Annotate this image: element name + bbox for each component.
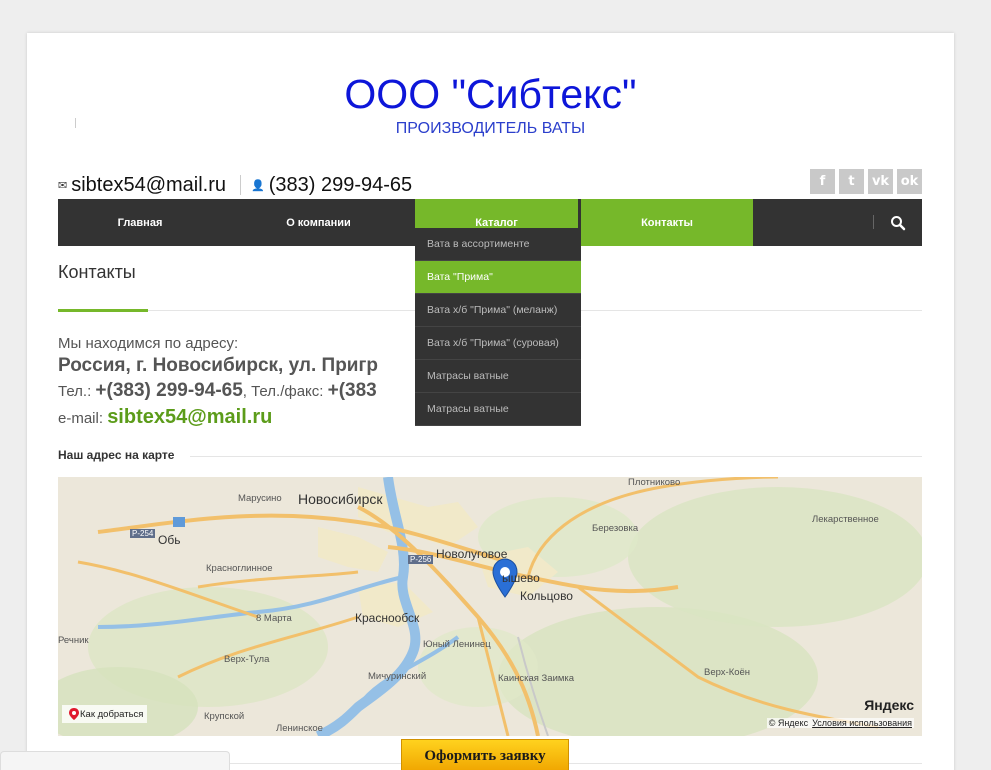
order-button[interactable]: Оформить заявку: [401, 739, 569, 770]
map-label: Красноглинное: [206, 563, 273, 574]
header-email[interactable]: sibtex54@mail.ru: [71, 174, 226, 197]
email-line: e-mail: sibtex54@mail.ru: [58, 406, 272, 429]
map-canvas: [58, 477, 922, 736]
dropdown-item[interactable]: Вата х/б "Прима" (меланж): [415, 294, 581, 327]
map-label: Лекарственное: [812, 514, 879, 525]
contact-bar: ✉ sibtex54@mail.ru 👤 (383) 299-94-65: [58, 172, 412, 198]
map-label: Верх-Коён: [704, 667, 751, 678]
nav-item-home[interactable]: Главная: [58, 199, 222, 246]
tel-number: +(383) 299-94-65: [95, 380, 243, 401]
map-label: Обь: [158, 533, 181, 547]
dropdown-item[interactable]: Матрасы ватные: [415, 393, 581, 426]
twitter-icon[interactable]: t: [839, 169, 864, 194]
odnoklassniki-icon[interactable]: ok: [897, 169, 922, 194]
page-title: Контакты: [58, 262, 136, 282]
map-copyright: © Яндекс Условия использования: [766, 718, 914, 728]
map-heading: Наш адрес на карте: [58, 448, 175, 462]
header-phone: (383) 299-94-65: [268, 173, 413, 196]
map-label: Новосибирск: [298, 491, 383, 507]
dropdown-item[interactable]: Вата в ассортименте: [415, 228, 581, 261]
fax-number: +(383: [327, 380, 377, 401]
map-label: Каинская Заимка: [498, 673, 575, 684]
map-label: Краснообск: [355, 611, 420, 625]
chat-widget-tab[interactable]: [0, 751, 230, 770]
site-subtitle: ПРОИЗВОДИТЕЛЬ ВАТЫ: [395, 120, 586, 137]
map-label: Березовка: [592, 523, 639, 534]
nav-item-about[interactable]: О компании: [222, 199, 415, 246]
map-label: Марусино: [238, 493, 282, 504]
map-label: ышево: [502, 571, 540, 585]
social-links: f t vk ok: [810, 169, 922, 194]
map-label: 8 Марта: [256, 613, 292, 624]
map-heading-line: [190, 456, 922, 457]
search-icon[interactable]: [874, 199, 922, 246]
map-label: Крупской: [204, 711, 245, 722]
yandex-map[interactable]: Новосибирск Обь Марусино Новолуговое Кол…: [58, 477, 922, 736]
dropdown-item[interactable]: Вата х/б "Прима" (суровая): [415, 327, 581, 360]
map-label: Верх-Тула: [224, 654, 270, 665]
map-label: Плотниково: [628, 477, 681, 488]
terms-link[interactable]: Условия использования: [812, 718, 912, 728]
envelope-icon: ✉: [58, 178, 68, 192]
decor-tick: [75, 118, 76, 128]
email-link[interactable]: sibtex54@mail.ru: [107, 406, 272, 428]
nav-item-contacts[interactable]: Контакты: [581, 199, 753, 246]
divider: [240, 175, 242, 195]
route-button[interactable]: Как добраться: [62, 705, 148, 723]
heading-accent: [58, 309, 148, 312]
route-label: Как добраться: [80, 708, 144, 720]
pin-icon: [69, 708, 79, 720]
catalog-dropdown: Вата в ассортименте Вата "Прима" Вата х/…: [415, 228, 581, 426]
person-icon: 👤: [251, 178, 265, 192]
road-sign: Р-254: [130, 529, 156, 538]
facebook-icon[interactable]: f: [810, 169, 835, 194]
page-container: ООО "Сибтекс" ПРОИЗВОДИТЕЛЬ ВАТЫ ✉ sibte…: [27, 33, 954, 770]
tel-label: Тел.:: [58, 383, 96, 400]
fax-label: , Тел./факс:: [242, 383, 328, 400]
map-label: Новолуговое: [436, 547, 508, 561]
yandex-logo: Яндекс: [864, 697, 914, 713]
dropdown-item-active[interactable]: Вата "Прима": [415, 261, 581, 294]
email-label: e-mail:: [58, 410, 108, 427]
address-text: Россия, г. Новосибирск, ул. Пригр: [58, 355, 379, 376]
phone-line: Тел.: +(383) 299-94-65, Тел./факс: +(383: [58, 380, 377, 402]
map-label: Речник: [58, 635, 89, 646]
map-label: Кольцово: [520, 589, 573, 603]
map-label: Юный Ленинец: [423, 639, 491, 650]
map-label: Ленинское: [276, 723, 323, 734]
road-sign: Р-256: [408, 555, 434, 564]
dropdown-item[interactable]: Матрасы ватные: [415, 360, 581, 393]
map-label: Мичуринский: [368, 671, 427, 682]
copyright-text: © Яндекс: [768, 718, 809, 728]
vk-icon[interactable]: vk: [868, 169, 893, 194]
site-title[interactable]: ООО "Сибтекс": [27, 71, 954, 118]
address-intro: Мы находимся по адресу:: [58, 335, 239, 352]
